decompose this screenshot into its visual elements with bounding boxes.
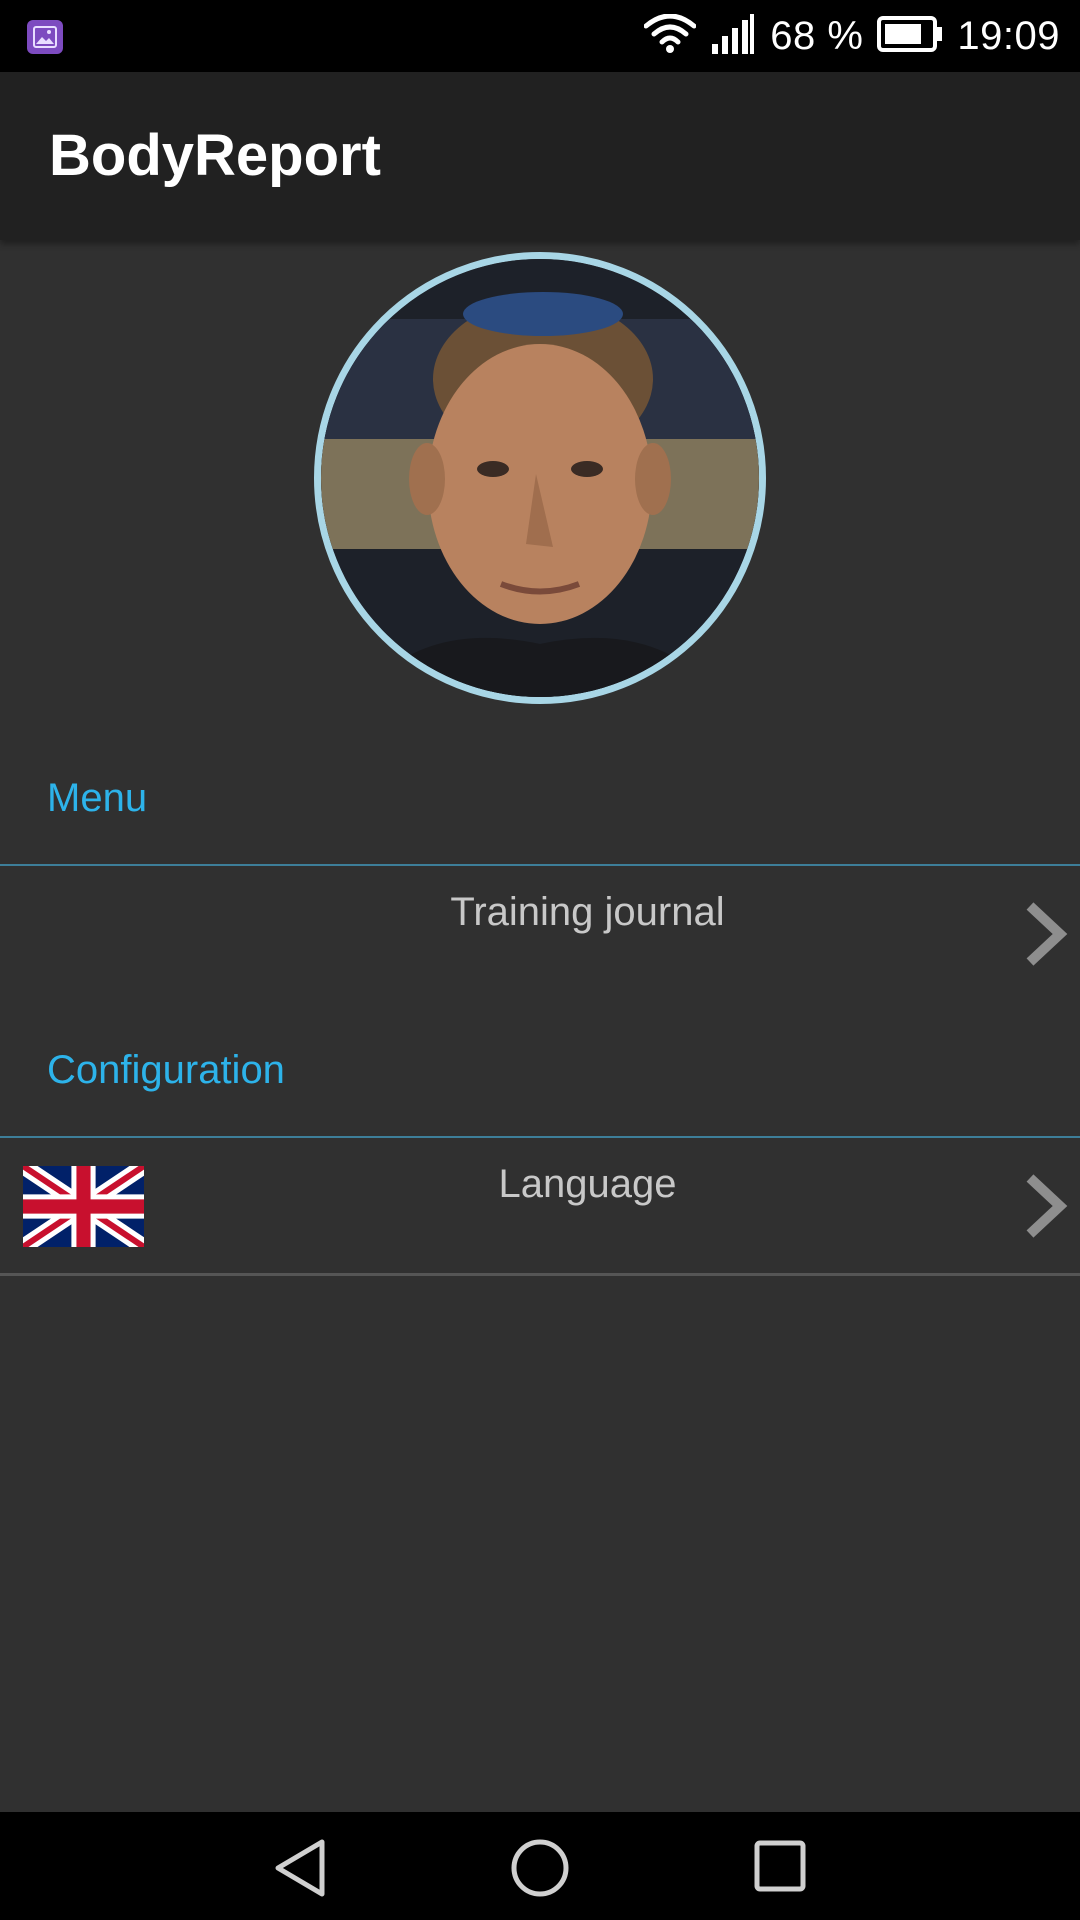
main-content: Menu Training journal Configuration Lang… xyxy=(0,240,1080,1812)
config-item-language[interactable]: Language xyxy=(0,1138,1080,1272)
menu-item-training-journal[interactable]: Training journal xyxy=(0,866,1080,1000)
battery-percent: 68 % xyxy=(770,13,864,58)
gallery-notification-icon xyxy=(27,20,63,54)
signal-icon xyxy=(710,13,756,59)
app-title: BodyReport xyxy=(49,123,381,188)
navigation-bar xyxy=(0,1812,1080,1920)
app-bar: BodyReport xyxy=(0,72,1080,240)
recents-icon[interactable] xyxy=(754,1838,806,1894)
language-divider xyxy=(0,1273,1080,1276)
chevron-right-icon xyxy=(1026,902,1068,966)
chevron-right-icon xyxy=(1026,1174,1068,1238)
wifi-icon xyxy=(643,13,697,59)
status-right-group: 68 % 19:09 xyxy=(643,0,1060,72)
language-label: Language xyxy=(498,1162,677,1206)
status-bar: 68 % 19:09 xyxy=(0,0,1080,72)
training-journal-label: Training journal xyxy=(450,890,725,934)
section-header-menu: Menu xyxy=(47,776,148,820)
home-icon[interactable] xyxy=(510,1838,570,1898)
section-header-configuration: Configuration xyxy=(47,1048,285,1092)
user-photo-icon xyxy=(321,259,759,697)
battery-icon xyxy=(877,15,943,57)
status-time: 19:09 xyxy=(957,13,1060,58)
back-icon[interactable] xyxy=(272,1838,328,1898)
profile-avatar[interactable] xyxy=(314,252,766,704)
